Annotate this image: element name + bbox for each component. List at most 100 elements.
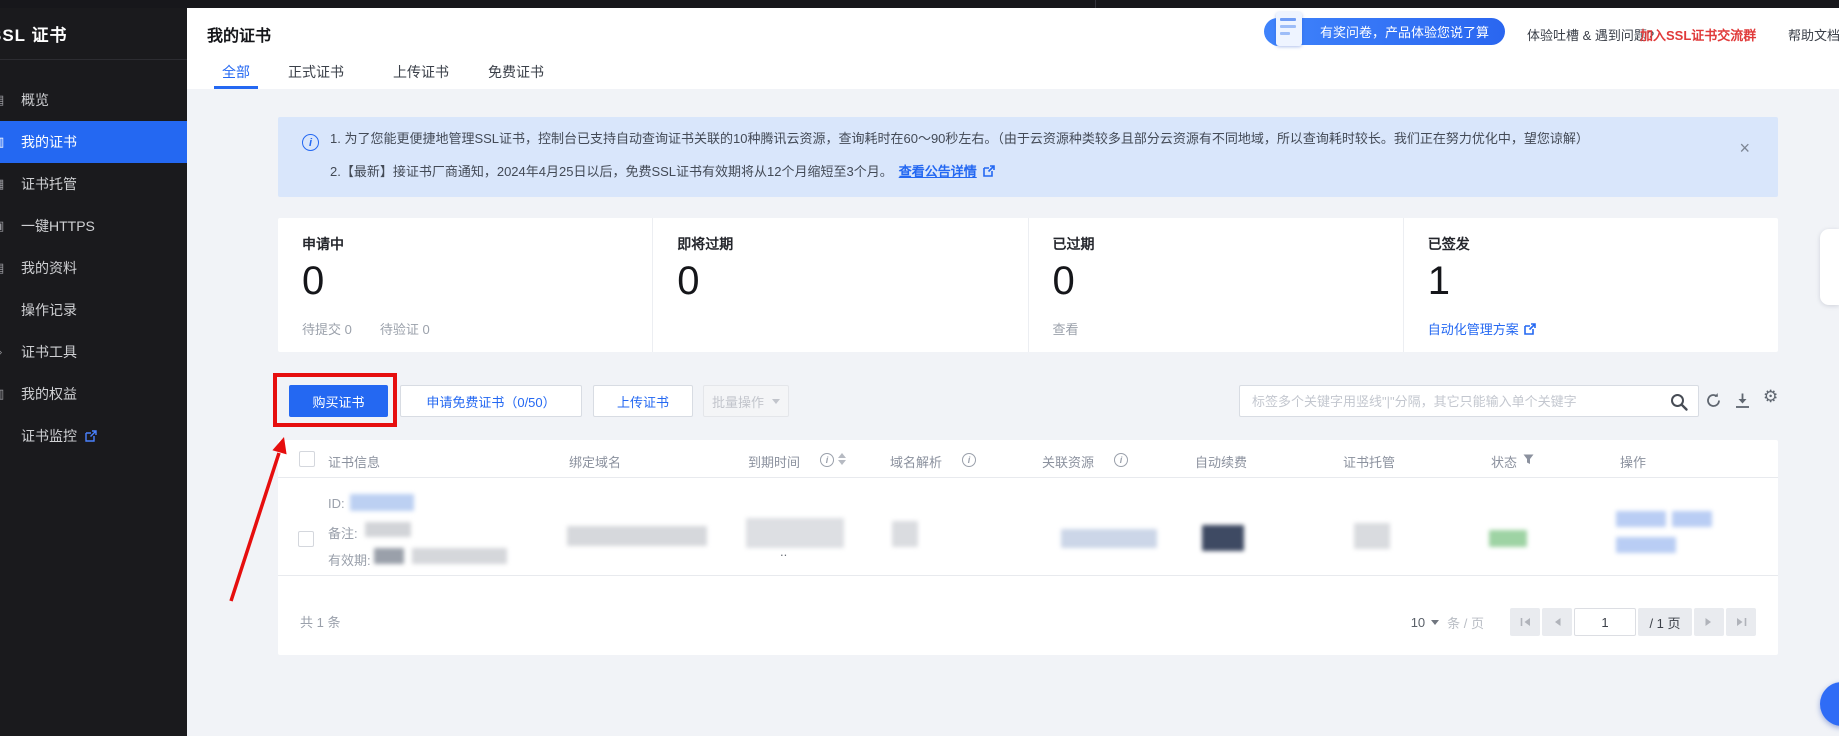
redacted-action-link[interactable]: [1672, 511, 1712, 527]
row-validity-label: 有效期:: [328, 550, 371, 569]
redacted-action-link[interactable]: [1616, 537, 1676, 553]
page-title: 我的证书: [207, 22, 271, 46]
sidebar-item-my-profile[interactable]: ▤ 我的资料: [0, 247, 187, 289]
sidebar-item-label: 证书托管: [21, 174, 77, 194]
feedback-text: 体验吐槽 & 遇到问题?: [1527, 25, 1654, 44]
sidebar-item-label: 证书监控: [21, 426, 77, 446]
batch-actions-button[interactable]: 批量操作: [703, 385, 789, 417]
sidebar-item-my-certs[interactable]: ▥ 我的证书: [0, 121, 187, 163]
stat-view-link[interactable]: 查看: [1053, 319, 1079, 338]
redacted-remark: [365, 522, 411, 537]
redacted-hosting: [1354, 523, 1390, 549]
tab-paid-certs[interactable]: 正式证书: [288, 62, 344, 82]
search-input[interactable]: [1240, 386, 1698, 416]
col-linked-resources: 关联资源: [1042, 452, 1094, 471]
my-benefits-icon: ▥: [0, 386, 8, 402]
first-page-icon: [1520, 617, 1531, 627]
page-number-input[interactable]: [1574, 608, 1636, 636]
gear-icon[interactable]: ⚙: [1763, 388, 1778, 405]
redacted-auto-renew: [1202, 525, 1244, 551]
join-group-link[interactable]: 加入SSL证书交流群: [1640, 25, 1756, 44]
help-doc-link[interactable]: 帮助文档: [1788, 25, 1839, 44]
redacted-cert-id: [350, 494, 414, 511]
stat-extra-to-submit: 待提交 0: [302, 319, 352, 338]
banner-line2-text: 2.【最新】接证书厂商通知，2024年4月25日以后，免费SSL证书有效期将从1…: [330, 164, 893, 179]
tab-free-certs[interactable]: 免费证书: [488, 62, 544, 82]
tab-uploaded-certs[interactable]: 上传证书: [393, 62, 449, 82]
search-icon[interactable]: [1669, 392, 1689, 417]
sidebar-item-one-click-https[interactable]: ▣ 一键HTTPS: [0, 205, 187, 247]
active-tab-underline: [214, 86, 258, 89]
stat-value: 1: [1428, 258, 1778, 304]
survey-button-label: 有奖问卷，产品体验您说了算: [1320, 22, 1489, 41]
filter-icon[interactable]: [1523, 454, 1534, 465]
notice-banner: i 1. 为了您能更便捷地管理SSL证书，控制台已支持自动查询证书关联的10种腾…: [278, 117, 1778, 197]
cert-tools-icon: ◈: [0, 344, 8, 360]
col-expire-time: 到期时间: [748, 452, 800, 471]
sidebar-item-operation-records[interactable]: ≡ 操作记录: [0, 289, 187, 331]
buy-cert-button[interactable]: 购买证书: [289, 385, 388, 417]
stat-expired: 已过期 0 查看: [1028, 218, 1403, 352]
upload-cert-button[interactable]: 上传证书: [593, 385, 693, 417]
next-page-button[interactable]: [1694, 608, 1724, 636]
sidebar-item-label: 证书工具: [21, 342, 77, 362]
redacted-status-badge: [1489, 530, 1527, 547]
col-cert-hosting: 证书托管: [1343, 452, 1395, 471]
sidebar-item-overview[interactable]: ▤ 概览: [0, 79, 187, 121]
automation-plan-link[interactable]: 自动化管理方案: [1428, 319, 1536, 338]
sidebar-item-cert-hosting[interactable]: ▦ 证书托管: [0, 163, 187, 205]
external-link-icon: [983, 165, 995, 177]
stat-label: 即将过期: [677, 234, 1027, 254]
tab-all[interactable]: 全部: [222, 62, 250, 82]
expire-hint: ..: [780, 544, 787, 559]
redacted-action-link[interactable]: [1616, 511, 1666, 527]
sidebar-item-label: 操作记录: [21, 300, 77, 320]
stat-value: 0: [302, 258, 652, 304]
pagination: 10 条 / 页 / 1 页: [1411, 608, 1756, 636]
redacted-expire-time: [746, 518, 844, 548]
stat-issued: 已签发 1 自动化管理方案: [1403, 218, 1778, 352]
first-page-button[interactable]: [1510, 608, 1540, 636]
row-checkbox[interactable]: [298, 531, 314, 547]
sidebar-item-label: 概览: [21, 90, 49, 110]
page-size-select[interactable]: 10: [1411, 615, 1439, 630]
sidebar-item-cert-monitor[interactable]: ◔ 证书监控: [0, 415, 187, 457]
sidebar-item-label: 我的权益: [21, 384, 77, 404]
col-bound-domain: 绑定域名: [569, 452, 621, 471]
announcement-link[interactable]: 查看公告详情: [899, 164, 977, 179]
cert-monitor-icon: ◔: [0, 429, 8, 444]
chevron-down-icon: [1431, 620, 1439, 625]
stat-extra-to-verify: 待验证 0: [380, 319, 430, 338]
prev-page-button[interactable]: [1542, 608, 1572, 636]
select-all-checkbox[interactable]: [299, 451, 315, 467]
apply-free-cert-button[interactable]: 申请免费证书（0/50）: [400, 385, 582, 417]
page-total: / 1 页: [1638, 608, 1692, 636]
stat-label: 已过期: [1053, 234, 1403, 254]
sidebar-item-cert-tools[interactable]: ◈ 证书工具: [0, 331, 187, 373]
external-link-icon: [1524, 323, 1536, 335]
help-float-button[interactable]: [1820, 682, 1839, 726]
operation-records-icon: ≡: [0, 303, 8, 318]
banner-line2: 2.【最新】接证书厂商通知，2024年4月25日以后，免费SSL证书有效期将从1…: [330, 161, 995, 180]
last-page-button[interactable]: [1726, 608, 1756, 636]
prev-page-icon: [1553, 617, 1561, 627]
info-icon[interactable]: i: [962, 453, 976, 467]
refresh-icon[interactable]: [1705, 392, 1722, 409]
top-strip-seam: [1095, 0, 1096, 8]
redacted-resources: [1061, 529, 1157, 548]
sidebar-item-my-benefits[interactable]: ▥ 我的权益: [0, 373, 187, 415]
redacted-validity: [412, 548, 507, 564]
sidebar-nav: ▤ 概览 ▥ 我的证书 ▦ 证书托管 ▣ 一键HTTPS ▤ 我的资料 ≡ 操作…: [0, 60, 187, 457]
stat-value: 0: [677, 258, 1027, 304]
info-icon[interactable]: i: [820, 453, 834, 467]
sort-icon[interactable]: [838, 453, 846, 465]
info-icon[interactable]: i: [1114, 453, 1128, 467]
close-icon[interactable]: ×: [1739, 139, 1750, 157]
last-page-icon: [1736, 617, 1747, 627]
chevron-down-icon: [772, 399, 780, 404]
top-strip: [0, 0, 1839, 8]
stat-value: 0: [1053, 258, 1403, 304]
download-icon[interactable]: [1734, 392, 1751, 409]
feedback-side-tab[interactable]: [1820, 229, 1839, 305]
sidebar-item-label: 我的资料: [21, 258, 77, 278]
